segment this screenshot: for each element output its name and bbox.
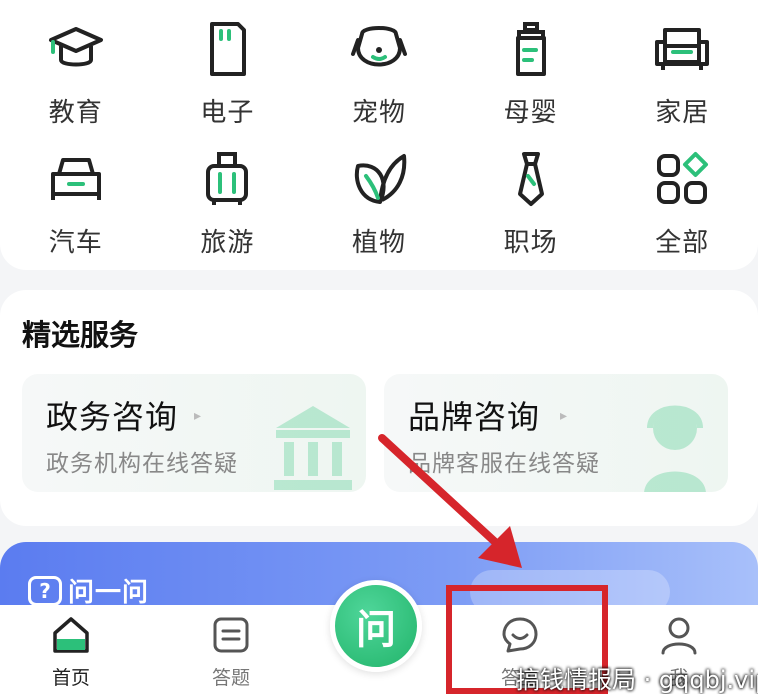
suitcase-icon [206,152,249,205]
tie-icon [517,152,544,206]
brand-consult-card[interactable]: 品牌咨询 ▸ 品牌客服在线答疑 [384,374,728,492]
ask-banner-label: 问一问 [68,578,150,608]
category-label: 家居 [655,98,710,128]
nav-answer[interactable]: 答题 [176,615,286,690]
pet-face-icon [350,26,407,67]
sd-card-icon [210,22,247,76]
government-building-icon [274,406,352,490]
nav-home[interactable]: 首页 [16,615,126,690]
nav-label: 首页 [51,667,90,689]
service-desc: 品牌客服在线答疑 [408,451,600,477]
category-car[interactable]: 汽车 [0,150,152,280]
category-home[interactable]: 家居 [606,20,758,150]
category-pets[interactable]: 宠物 [303,20,455,150]
category-label: 职场 [503,228,558,258]
sofa-icon [655,28,710,70]
all-grid-icon [657,152,709,204]
category-education[interactable]: 教育 [0,20,152,150]
category-grid: 教育 电子 宠物 母婴 家居 汽车 旅游 植物 职场 全部 [0,20,758,280]
category-electronics[interactable]: 电子 [152,20,304,150]
category-label: 宠物 [351,98,406,128]
car-icon [50,158,101,200]
service-name: 政务咨询 [46,398,179,436]
ask-banner-logo: ? 问一问 [28,572,149,609]
category-label: 全部 [655,228,710,258]
category-label: 母婴 [503,98,558,128]
category-all[interactable]: 全部 [606,150,758,280]
category-label: 汽车 [48,228,103,258]
watermark: 搞钱情报局 · gqqbj.vip [516,666,758,694]
document-icon [213,617,249,653]
category-label: 教育 [48,98,103,128]
service-name: 品牌咨询 [408,398,541,436]
leaf-icon [354,154,407,204]
government-consult-card[interactable]: 政务咨询 ▸ 政务机构在线答疑 [22,374,366,492]
category-label: 旅游 [200,228,255,258]
category-label: 电子 [200,98,255,128]
chevron-right-icon: ▸ [560,408,568,424]
home-icon [53,617,89,653]
baby-bottle-icon [515,22,546,76]
ask-button[interactable]: 问 [330,580,422,672]
section-title: 精选服务 [22,318,139,352]
category-workplace[interactable]: 职场 [455,150,607,280]
category-maternal[interactable]: 母婴 [455,20,607,150]
nav-label: 答题 [211,667,250,689]
featured-services-card: 精选服务 政务咨询 ▸ 政务机构在线答疑 品牌咨询 ▸ 品牌客服在线答疑 [0,290,758,526]
app-screen: 教育 电子 宠物 母婴 家居 汽车 旅游 植物 职场 全部 精选服务 政务咨询 … [0,0,758,694]
question-icon: ? [28,575,62,606]
customer-service-icon [644,405,706,492]
category-label: 植物 [351,228,406,258]
chevron-right-icon: ▸ [194,408,202,424]
service-desc: 政务机构在线答疑 [46,451,238,477]
user-icon [661,617,697,655]
graduation-cap-icon [48,27,103,67]
category-travel[interactable]: 旅游 [152,150,304,280]
category-plants[interactable]: 植物 [303,150,455,280]
